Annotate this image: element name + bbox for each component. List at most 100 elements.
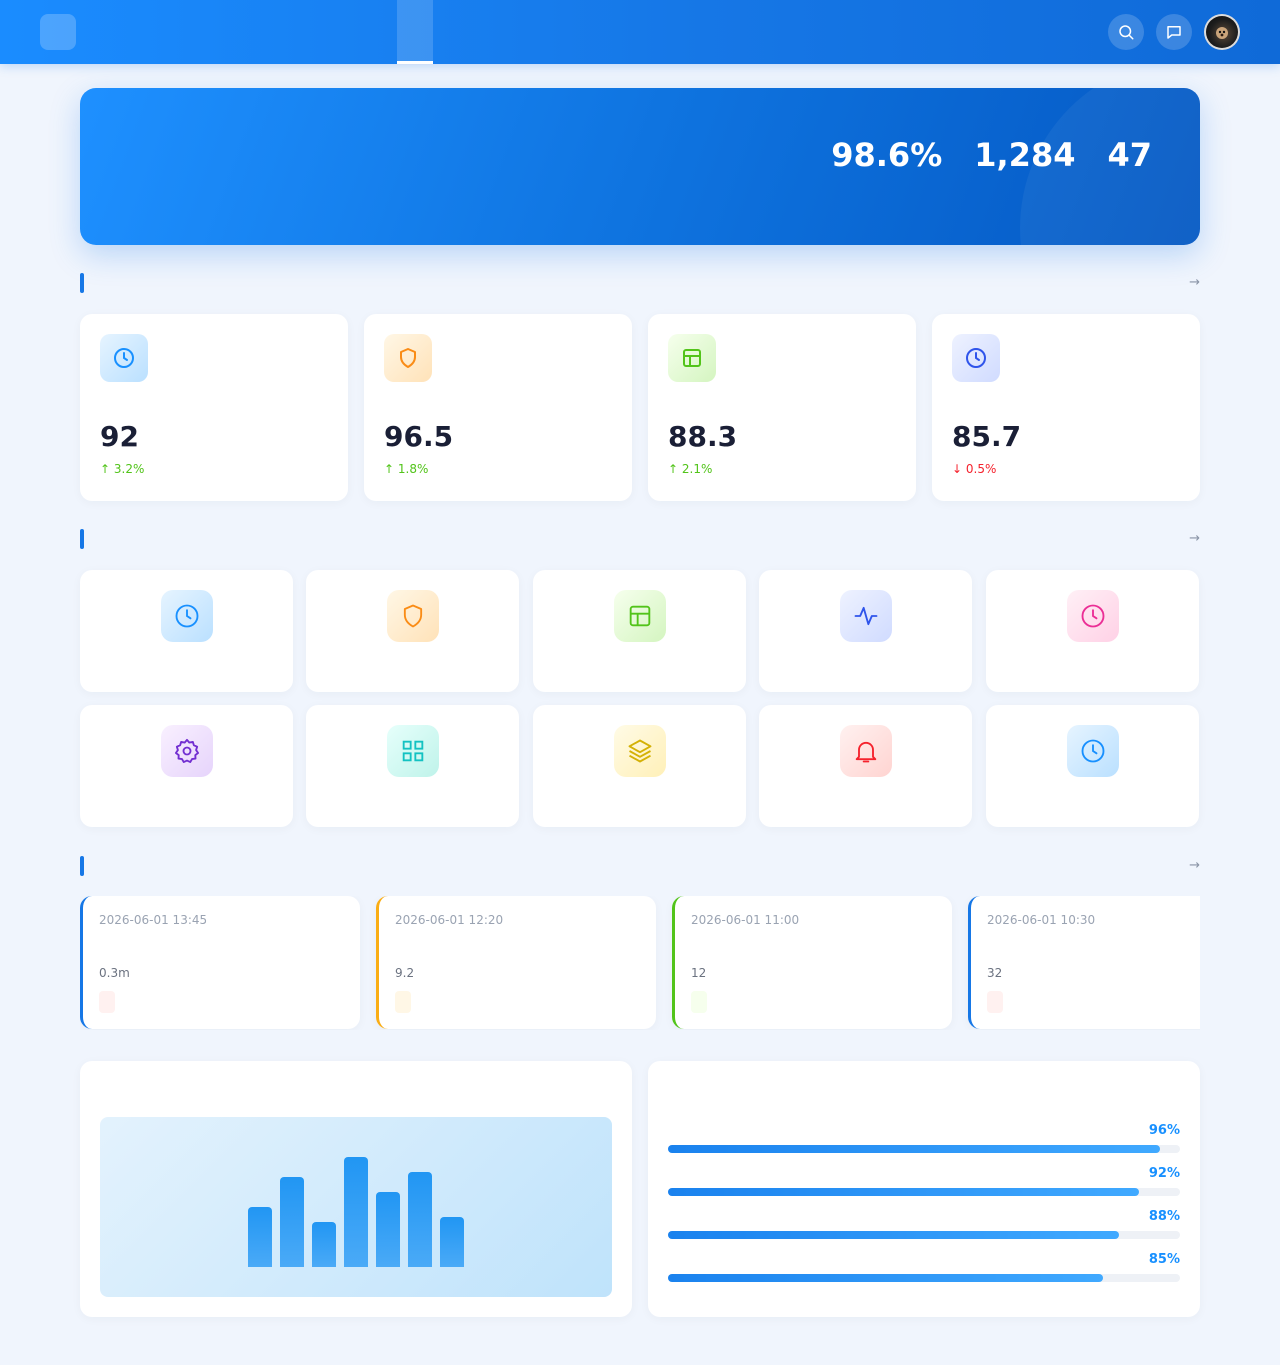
hero-stat-value: 1,284	[974, 136, 1076, 174]
nav-item-2[interactable]	[433, 0, 469, 64]
kpi-card[interactable]: 96.5 ↑ 1.8%	[364, 314, 632, 501]
search-button[interactable]	[1108, 14, 1144, 50]
view-more-link[interactable]: →	[1189, 275, 1200, 290]
alert-level-badge	[395, 991, 411, 1013]
function-tile[interactable]	[759, 570, 972, 692]
chart-bar	[312, 1222, 336, 1267]
alert-card[interactable]: 2026-06-01 13:45 0.3m	[80, 896, 360, 1029]
alert-level-badge	[987, 991, 1003, 1013]
nav-item-5[interactable]	[541, 0, 577, 64]
function-tile[interactable]	[80, 570, 293, 692]
progress-fill	[668, 1145, 1160, 1153]
search-icon	[1119, 25, 1134, 40]
progress-track	[668, 1274, 1180, 1282]
nav-item-3[interactable]	[469, 0, 505, 64]
function-tile[interactable]	[533, 705, 746, 827]
function-tile[interactable]	[306, 705, 519, 827]
layout-icon	[614, 590, 666, 642]
kpi-value: 96.5	[384, 420, 454, 453]
function-tile[interactable]	[306, 570, 519, 692]
hero-stat: 47	[1107, 136, 1152, 180]
alert-card[interactable]: 2026-06-01 11:00 12	[672, 896, 952, 1029]
alert-time: 2026-06-01 10:30	[987, 913, 1096, 927]
chart-bar	[280, 1177, 304, 1267]
view-more-link[interactable]: →	[1189, 858, 1200, 873]
progress-track	[668, 1145, 1180, 1153]
functions-section-header: →	[80, 529, 1200, 549]
hero-stat: 98.6%	[831, 136, 942, 180]
alert-description: 9.2	[395, 966, 415, 980]
nav-item-6[interactable]	[577, 0, 613, 64]
avatar[interactable]	[1204, 14, 1240, 50]
view-all-link[interactable]: →	[1189, 531, 1200, 546]
progress-track	[668, 1188, 1180, 1196]
layout-icon	[668, 334, 716, 382]
progress-fill	[668, 1188, 1140, 1196]
hero-banner: 98.6% 1,284 47	[80, 88, 1200, 245]
progress-value: 96%	[1148, 1123, 1180, 1138]
function-tile[interactable]	[80, 705, 293, 827]
logo-icon	[40, 14, 76, 50]
kpi-delta: ↑ 1.8%	[384, 462, 429, 476]
settings-icon	[161, 725, 213, 777]
clock-icon	[1067, 590, 1119, 642]
hero-stat-value: 47	[1107, 136, 1152, 174]
clock-icon	[1067, 725, 1119, 777]
function-tile[interactable]	[986, 705, 1199, 827]
top-actions	[1108, 14, 1240, 50]
bar-chart	[100, 1117, 612, 1297]
alert-card[interactable]: 2026-06-01 10:30 32	[968, 896, 1200, 1029]
nav-item-7[interactable]	[613, 0, 649, 64]
nav-item-4[interactable]	[505, 0, 541, 64]
clock-icon	[161, 590, 213, 642]
brand[interactable]	[40, 14, 86, 50]
hero-stat-value: 98.6%	[831, 136, 943, 174]
kpi-card[interactable]: 92 ↑ 3.2%	[80, 314, 348, 501]
alert-description: 12	[691, 966, 707, 980]
kpi-value: 85.7	[952, 420, 1022, 453]
alert-time: 2026-06-01 13:45	[99, 913, 208, 927]
nav-item-home[interactable]	[397, 0, 433, 64]
activity-icon	[840, 590, 892, 642]
grid-icon	[387, 725, 439, 777]
kpi-card[interactable]: 88.3 ↑ 2.1%	[648, 314, 916, 501]
progress-fill	[668, 1274, 1104, 1282]
message-icon	[1167, 26, 1181, 39]
function-tile[interactable]	[533, 570, 746, 692]
kpi-delta: ↑ 3.2%	[100, 462, 145, 476]
kpi-card[interactable]: 85.7 ↓ 0.5%	[932, 314, 1200, 501]
progress-fill	[668, 1231, 1119, 1239]
kpi-delta: ↓ 0.5%	[952, 462, 997, 476]
section-accent-bar	[80, 529, 84, 549]
avatar-image	[1216, 27, 1228, 39]
function-tile[interactable]	[759, 705, 972, 827]
shield-icon	[384, 334, 432, 382]
alert-time: 2026-06-01 11:00	[691, 913, 800, 927]
alert-card[interactable]: 2026-06-01 12:20 9.2	[376, 896, 656, 1029]
trend-chart-panel	[80, 1061, 632, 1317]
clock-icon	[952, 334, 1000, 382]
clock-icon	[100, 334, 148, 382]
progress-row: 85%	[668, 1252, 1180, 1288]
chart-bar	[376, 1192, 400, 1267]
progress-row: 92%	[668, 1166, 1180, 1202]
chart-bar	[408, 1172, 432, 1267]
progress-value: 88%	[1148, 1209, 1180, 1224]
alert-level-badge	[99, 991, 115, 1013]
function-tile[interactable]	[986, 570, 1199, 692]
progress-value: 85%	[1148, 1252, 1180, 1267]
progress-row: 96%	[668, 1123, 1180, 1159]
layers-icon	[614, 725, 666, 777]
alert-time: 2026-06-01 12:20	[395, 913, 504, 927]
overview-section-header: →	[80, 273, 1200, 293]
hero-stats: 98.6% 1,284 47	[831, 136, 1152, 180]
alerts-carousel[interactable]: 2026-06-01 13:45 0.3m 2026-06-01 12:20 9…	[80, 896, 1200, 1030]
alert-description: 0.3m	[99, 966, 130, 980]
bell-icon	[840, 725, 892, 777]
message-button[interactable]	[1156, 14, 1192, 50]
alerts-section-header: →	[80, 856, 1200, 876]
section-accent-bar	[80, 273, 84, 293]
main-nav	[397, 0, 649, 64]
top-navbar	[0, 0, 1280, 64]
hero-stat: 1,284	[974, 136, 1075, 180]
